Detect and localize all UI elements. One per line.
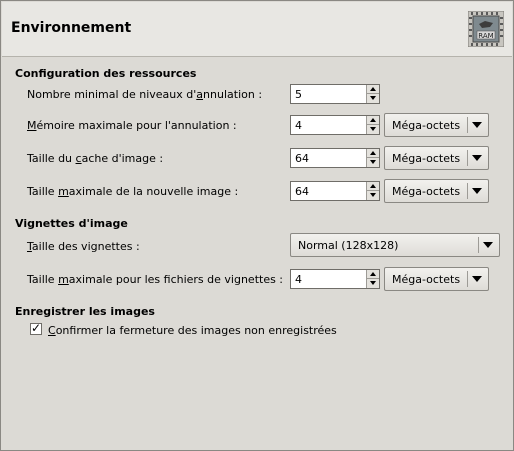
undo-levels-value: 5: [295, 88, 302, 101]
decrement-button[interactable]: [367, 279, 379, 288]
increment-button[interactable]: [367, 149, 379, 158]
decrement-button[interactable]: [367, 94, 379, 103]
thumbnail-max-filesize-unit-select[interactable]: Méga-octets: [384, 267, 489, 291]
decrement-button[interactable]: [367, 158, 379, 167]
svg-text:RAM: RAM: [478, 32, 493, 40]
unit-label: Méga-octets: [392, 273, 461, 286]
tile-cache-label: Taille du cache d'image :: [27, 152, 164, 165]
max-new-image-label: Taille maximale de la nouvelle image :: [27, 185, 239, 198]
section-title-resources: Configuration des ressources: [15, 67, 197, 80]
undo-memory-unit-select[interactable]: Méga-octets: [384, 113, 489, 137]
tile-cache-spinner[interactable]: 64: [290, 148, 380, 168]
chevron-down-icon: [472, 188, 482, 194]
undo-levels-spinner[interactable]: 5: [290, 84, 380, 104]
max-new-image-spinner[interactable]: 64: [290, 181, 380, 201]
decrement-button[interactable]: [367, 191, 379, 200]
undo-levels-label: Nombre minimal de niveaux d'annulation :: [27, 88, 263, 101]
thumbnail-max-filesize-value: 4: [295, 273, 302, 286]
ram-icon: RAM: [468, 11, 504, 47]
thumbnail-size-select[interactable]: Normal (128x128): [290, 233, 500, 257]
max-new-image-value: 64: [295, 185, 309, 198]
chevron-down-icon: [472, 276, 482, 282]
thumbnail-max-filesize-label: Taille maximale pour les fichiers de vig…: [27, 273, 284, 286]
max-new-image-unit-select[interactable]: Méga-octets: [384, 179, 489, 203]
unit-label: Méga-octets: [392, 152, 461, 165]
undo-memory-label: Mémoire maximale pour l'annulation :: [27, 119, 237, 132]
increment-button[interactable]: [367, 270, 379, 279]
increment-button[interactable]: [367, 116, 379, 125]
unit-label: Méga-octets: [392, 119, 461, 132]
increment-button[interactable]: [367, 182, 379, 191]
undo-memory-spinner[interactable]: 4: [290, 115, 380, 135]
chevron-down-icon: [472, 155, 482, 161]
confirm-close-checkbox[interactable]: ✓: [30, 321, 42, 335]
unit-label: Méga-octets: [392, 185, 461, 198]
chevron-down-icon: [472, 122, 482, 128]
panel-header: Environnement RAM: [2, 2, 512, 57]
section-title-thumbnails: Vignettes d'image: [15, 217, 128, 230]
increment-button[interactable]: [367, 85, 379, 94]
confirm-close-label[interactable]: Confirmer la fermeture des images non en…: [48, 324, 337, 337]
page-title: Environnement: [11, 20, 132, 36]
thumbnail-max-filesize-spinner[interactable]: 4: [290, 269, 380, 289]
undo-memory-value: 4: [295, 119, 302, 132]
thumbnail-size-label: Taille des vignettes :: [27, 240, 140, 253]
section-title-saving: Enregistrer les images: [15, 305, 155, 318]
chevron-down-icon: [483, 242, 493, 248]
tile-cache-value: 64: [295, 152, 309, 165]
preferences-panel: Environnement RAM Configuration des ress…: [0, 0, 514, 451]
thumbnail-size-value: Normal (128x128): [298, 239, 399, 252]
decrement-button[interactable]: [367, 125, 379, 134]
checkmark-icon: ✓: [31, 321, 42, 335]
tile-cache-unit-select[interactable]: Méga-octets: [384, 146, 489, 170]
